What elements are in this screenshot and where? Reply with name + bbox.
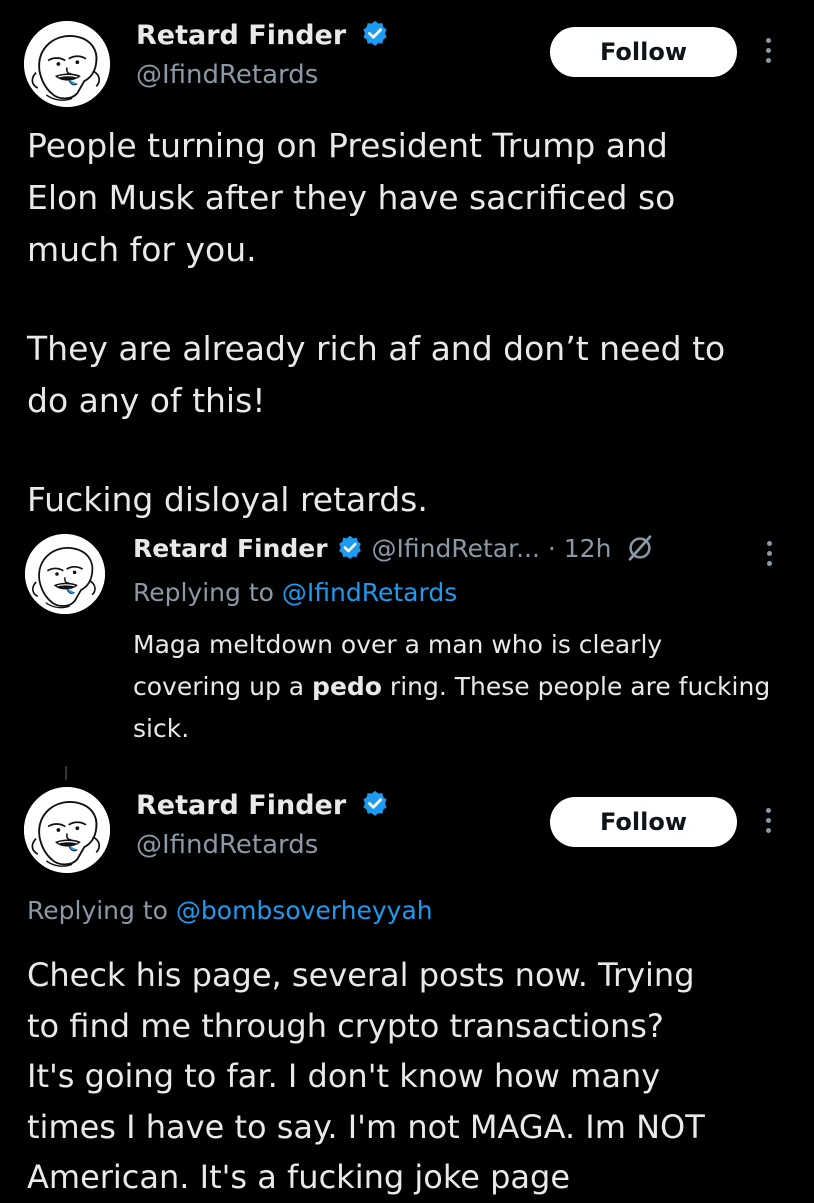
replying-to-label: Replying to	[27, 896, 168, 925]
avatar-image	[24, 21, 110, 107]
author-handle[interactable]: @IfindRetards	[136, 830, 318, 860]
post-paragraph-2: They are already rich af and don’t need …	[27, 329, 726, 420]
quoted-author-handle[interactable]: @IfindRetar...	[372, 534, 540, 563]
author-name[interactable]: Retard Finder	[136, 20, 346, 51]
replying-to-line: Replying to @IfindRetards	[133, 578, 457, 607]
more-options-icon[interactable]	[767, 541, 772, 566]
follow-button[interactable]: Follow	[550, 27, 737, 77]
author-avatar[interactable]	[24, 21, 110, 107]
post-paragraph-1: People turning on President Trump and El…	[27, 126, 676, 269]
avatar-image	[24, 787, 110, 873]
more-options-icon[interactable]	[766, 38, 771, 63]
more-options-icon[interactable]	[766, 808, 771, 833]
verified-badge-icon	[361, 789, 388, 817]
post-text: Check his page, several posts now. Tryin…	[27, 956, 705, 1196]
quoted-timestamp[interactable]: · 12h	[548, 534, 612, 563]
replying-to-mention[interactable]: @bombsoverheyyah	[176, 896, 433, 925]
follow-button[interactable]: Follow	[550, 797, 737, 847]
author-avatar[interactable]	[24, 787, 110, 873]
thread-connector-line	[65, 766, 67, 780]
author-handle[interactable]: @IfindRetards	[136, 60, 318, 90]
replying-to-label: Replying to	[133, 578, 274, 607]
quoted-text: Maga meltdown over a man who is clearly …	[133, 624, 773, 750]
verified-badge-icon	[361, 19, 388, 47]
quoted-author-name[interactable]: Retard Finder	[133, 534, 328, 563]
author-name[interactable]: Retard Finder	[136, 790, 346, 821]
verified-badge-icon	[337, 533, 362, 560]
quoted-text-bold: pedo	[312, 672, 382, 701]
quoted-header: Retard Finder @IfindRetar... · 12h	[133, 533, 655, 563]
replying-to-mention[interactable]: @IfindRetards	[282, 578, 457, 607]
post-paragraph-3: Fucking disloyal retards.	[27, 480, 428, 519]
author-name-row[interactable]: Retard Finder	[136, 789, 390, 821]
quoted-author-avatar[interactable]	[25, 534, 105, 614]
grok-slash-icon[interactable]	[625, 533, 655, 563]
author-name-row[interactable]: Retard Finder	[136, 19, 390, 51]
replying-to-line: Replying to @bombsoverheyyah	[27, 896, 433, 925]
avatar-image	[25, 534, 105, 614]
